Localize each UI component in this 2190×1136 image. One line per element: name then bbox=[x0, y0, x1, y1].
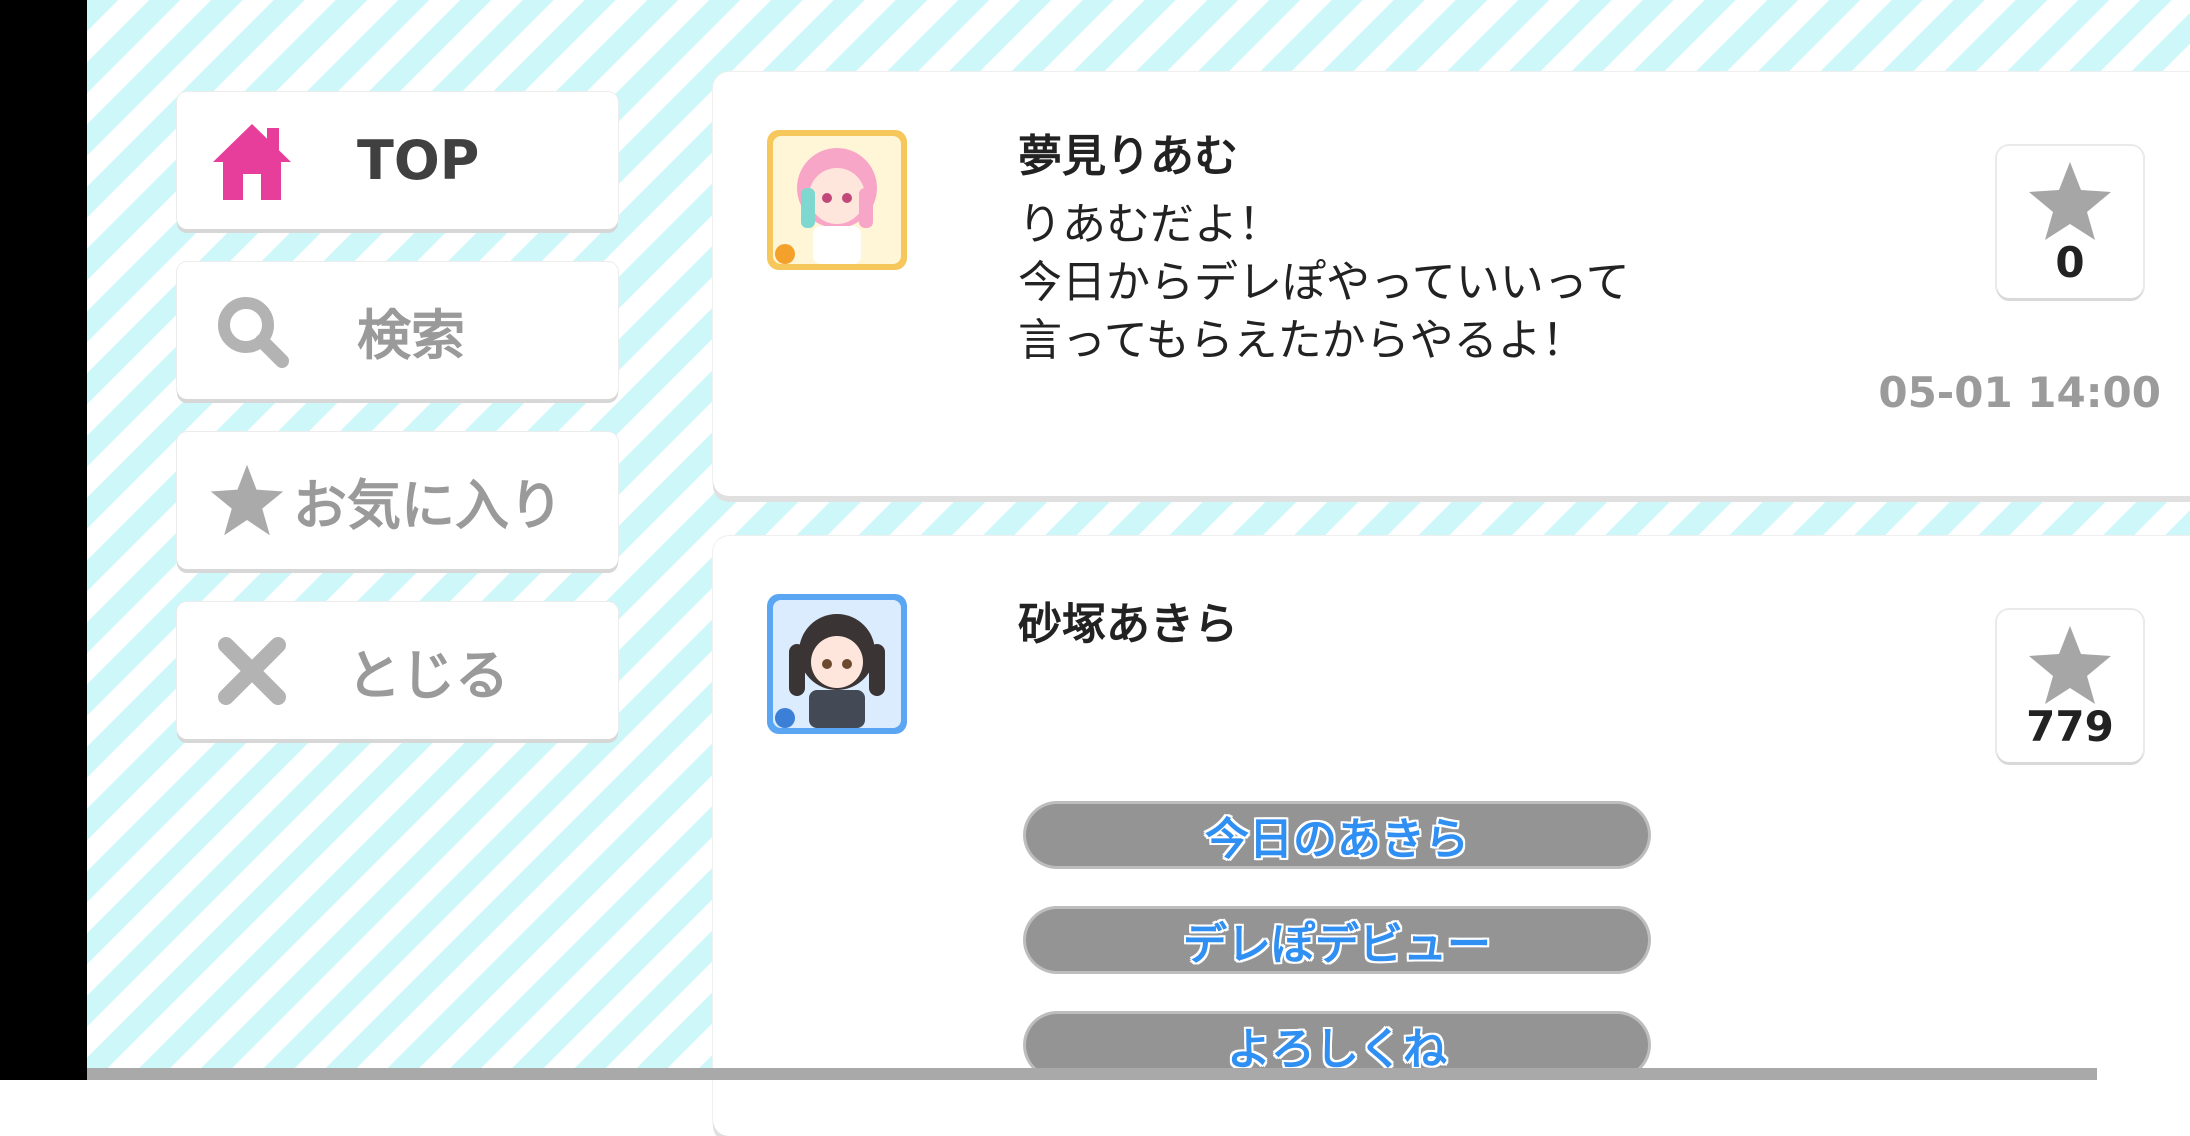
star-icon bbox=[2029, 626, 2111, 704]
post-line: 言ってもらえたからやるよ！ bbox=[1018, 315, 1586, 366]
menu-button-close[interactable]: とじる bbox=[177, 602, 618, 739]
poster-name: 砂塚あきら bbox=[1018, 599, 1238, 650]
option-button[interactable]: デレぽデビュー bbox=[1026, 909, 1648, 971]
avatar[interactable] bbox=[767, 130, 907, 270]
menu-label-top: TOP bbox=[357, 129, 480, 192]
star-icon bbox=[207, 456, 287, 546]
app-screen: TOP 検索 お気に入り とじる 夢見りあむ りあむだよ！ 今日からデレぽやって… bbox=[87, 0, 2190, 1136]
close-icon bbox=[207, 626, 297, 716]
menu-label-close: とじる bbox=[347, 644, 509, 707]
favorite-count: 0 bbox=[2055, 238, 2085, 287]
search-icon bbox=[207, 286, 297, 376]
star-icon bbox=[2029, 162, 2111, 240]
menu-label-favorites: お気に入り bbox=[293, 474, 563, 537]
post-line: 今日からデレぽやっていいって bbox=[1018, 257, 1630, 308]
favorite-count: 779 bbox=[2026, 702, 2114, 751]
screen-bezel bbox=[0, 0, 87, 1080]
post-card: 砂塚あきら 779 今日のあきら デレぽデビュー よろしくね bbox=[713, 536, 2190, 1136]
post-line: りあむだよ！ bbox=[1018, 199, 1282, 250]
menu-button-favorites[interactable]: お気に入り bbox=[177, 432, 618, 569]
favorite-button[interactable]: 0 bbox=[1997, 146, 2143, 298]
bottom-scrollbar[interactable] bbox=[87, 1068, 2097, 1080]
post-text: りあむだよ！ 今日からデレぽやっていいって 言ってもらえたからやるよ！ bbox=[1018, 196, 1630, 370]
favorite-button[interactable]: 779 bbox=[1997, 610, 2143, 762]
option-button[interactable]: 今日のあきら bbox=[1026, 804, 1648, 866]
menu-button-search[interactable]: 検索 bbox=[177, 262, 618, 399]
home-icon bbox=[207, 116, 297, 206]
menu-label-search: 検索 bbox=[357, 304, 465, 367]
post-card: 夢見りあむ りあむだよ！ 今日からデレぽやっていいって 言ってもらえたからやるよ… bbox=[713, 72, 2190, 496]
post-timestamp: 05-01 14:00 bbox=[1878, 368, 2161, 417]
menu-button-top[interactable]: TOP bbox=[177, 92, 618, 229]
poster-name: 夢見りあむ bbox=[1018, 131, 1238, 182]
option-button[interactable]: よろしくね bbox=[1026, 1014, 1648, 1076]
avatar[interactable] bbox=[767, 594, 907, 734]
